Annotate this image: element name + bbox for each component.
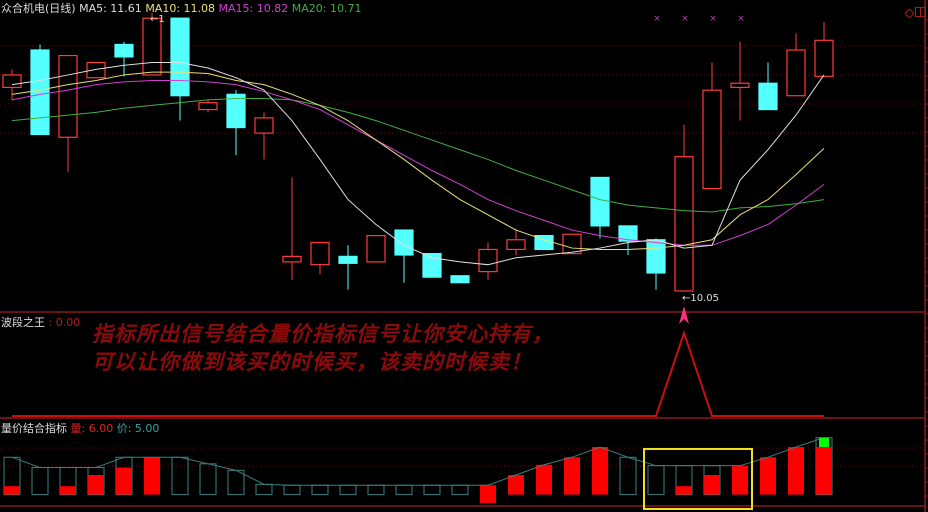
diamond-icon[interactable] [904,3,915,19]
slogan-line-1: 指标所出信号结合量价指标信号让你安心持有， [92,321,554,346]
candle-up [702,89,722,190]
candle-up [786,49,806,97]
candle-up [366,235,386,263]
vp-price-box [395,484,413,496]
signal-marker: × [681,14,689,24]
candle-down [758,82,778,111]
vp-volume-bar [676,486,692,495]
vp-volume-bar [144,457,160,495]
vp-volume-bar [508,475,524,495]
vp-price-value: 价: 5.00 [116,422,160,435]
vp-volume-value: 量: 6.00 [70,422,114,435]
candle-up [506,239,526,251]
vp-price-box [227,469,245,496]
candle-up [478,248,498,273]
vp-volume-bar [88,475,104,495]
candle-down [450,275,470,284]
signal-marker: × [653,14,661,24]
kline-chart[interactable]: × × × × [0,0,928,512]
vp-volume-bar [704,475,720,495]
candle-down [646,239,666,274]
vp-volume-bar [592,447,608,495]
candle-up [254,117,274,134]
buy-arrow-icon [679,306,689,324]
ma5-line [11,61,825,266]
vp-price-box [647,465,665,496]
vp-panel-title: 量价结合指标 [1,422,67,435]
vp-price-box [423,484,441,496]
candle-up [814,39,834,77]
candle-up [282,255,302,263]
candle-down [226,93,246,129]
candle-up [142,17,162,76]
vp-price-box [311,484,329,496]
candle-down [114,43,134,58]
wave-panel-value: : 0.00 [48,316,81,329]
stock-title: 众合机电(日线) [1,2,76,15]
vp-volume-bar [760,457,776,495]
vp-volume-bar [60,486,76,495]
ma10-line [11,71,825,250]
candle-down [590,176,610,227]
wave-panel-header: 波段之王 : 0.00 [1,316,80,329]
vp-volume-bar [4,486,20,495]
candle-up [674,156,694,292]
ma15-value: MA15: 10.82 [218,2,289,15]
candle-up [730,82,750,89]
vp-volume-bar [816,447,832,495]
vp-volume-bar [564,457,580,495]
candle-up [86,61,106,79]
vp-price-box [367,484,385,496]
vp-price-box [283,484,301,496]
candle-up [198,102,218,111]
candle-down [170,17,190,97]
signal-marker: × [709,14,717,24]
ma15-line [11,79,825,246]
candle-up [2,74,22,89]
vp-price-box [171,456,189,496]
chart-header: 众合机电(日线) MA5: 11.61 MA10: 11.08 MA15: 10… [1,2,361,15]
low-price-marker: ←10.05 [682,293,720,304]
vp-price-box [199,463,217,496]
vp-price-box [255,483,273,496]
vp-price-line [11,437,825,486]
candle-down [394,229,414,256]
vp-panel-header: 量价结合指标 量: 6.00 价: 5.00 [1,422,159,435]
signal-marker: × [737,14,745,24]
vp-volume-bar [732,465,748,495]
vp-price-box [31,467,49,496]
ma20-value: MA20: 10.71 [291,2,362,15]
vp-price-box [339,484,357,496]
slogan-line-2: 可以让你做到该买的时候买，该卖的时候卖！ [92,349,532,374]
candle-down [30,49,50,136]
vp-volume-bar [480,485,496,503]
window-layout-icon[interactable] [915,2,926,17]
candle-up [310,241,330,266]
high-price-marker: ←1 [150,14,165,25]
wave-panel-title: 波段之王 [1,316,45,329]
candle-down [338,255,358,264]
vp-price-box [451,484,469,496]
vp-price-box [619,456,637,496]
candle-up [58,54,78,138]
vp-volume-bar [536,464,552,495]
vp-green-bar [819,437,829,448]
vp-volume-bar [116,467,132,495]
vp-volume-bar [788,447,804,495]
candle-up [562,233,582,255]
candle-down [422,253,442,278]
ma20-line [11,97,825,213]
ma5-value: MA5: 11.61 [79,2,142,15]
